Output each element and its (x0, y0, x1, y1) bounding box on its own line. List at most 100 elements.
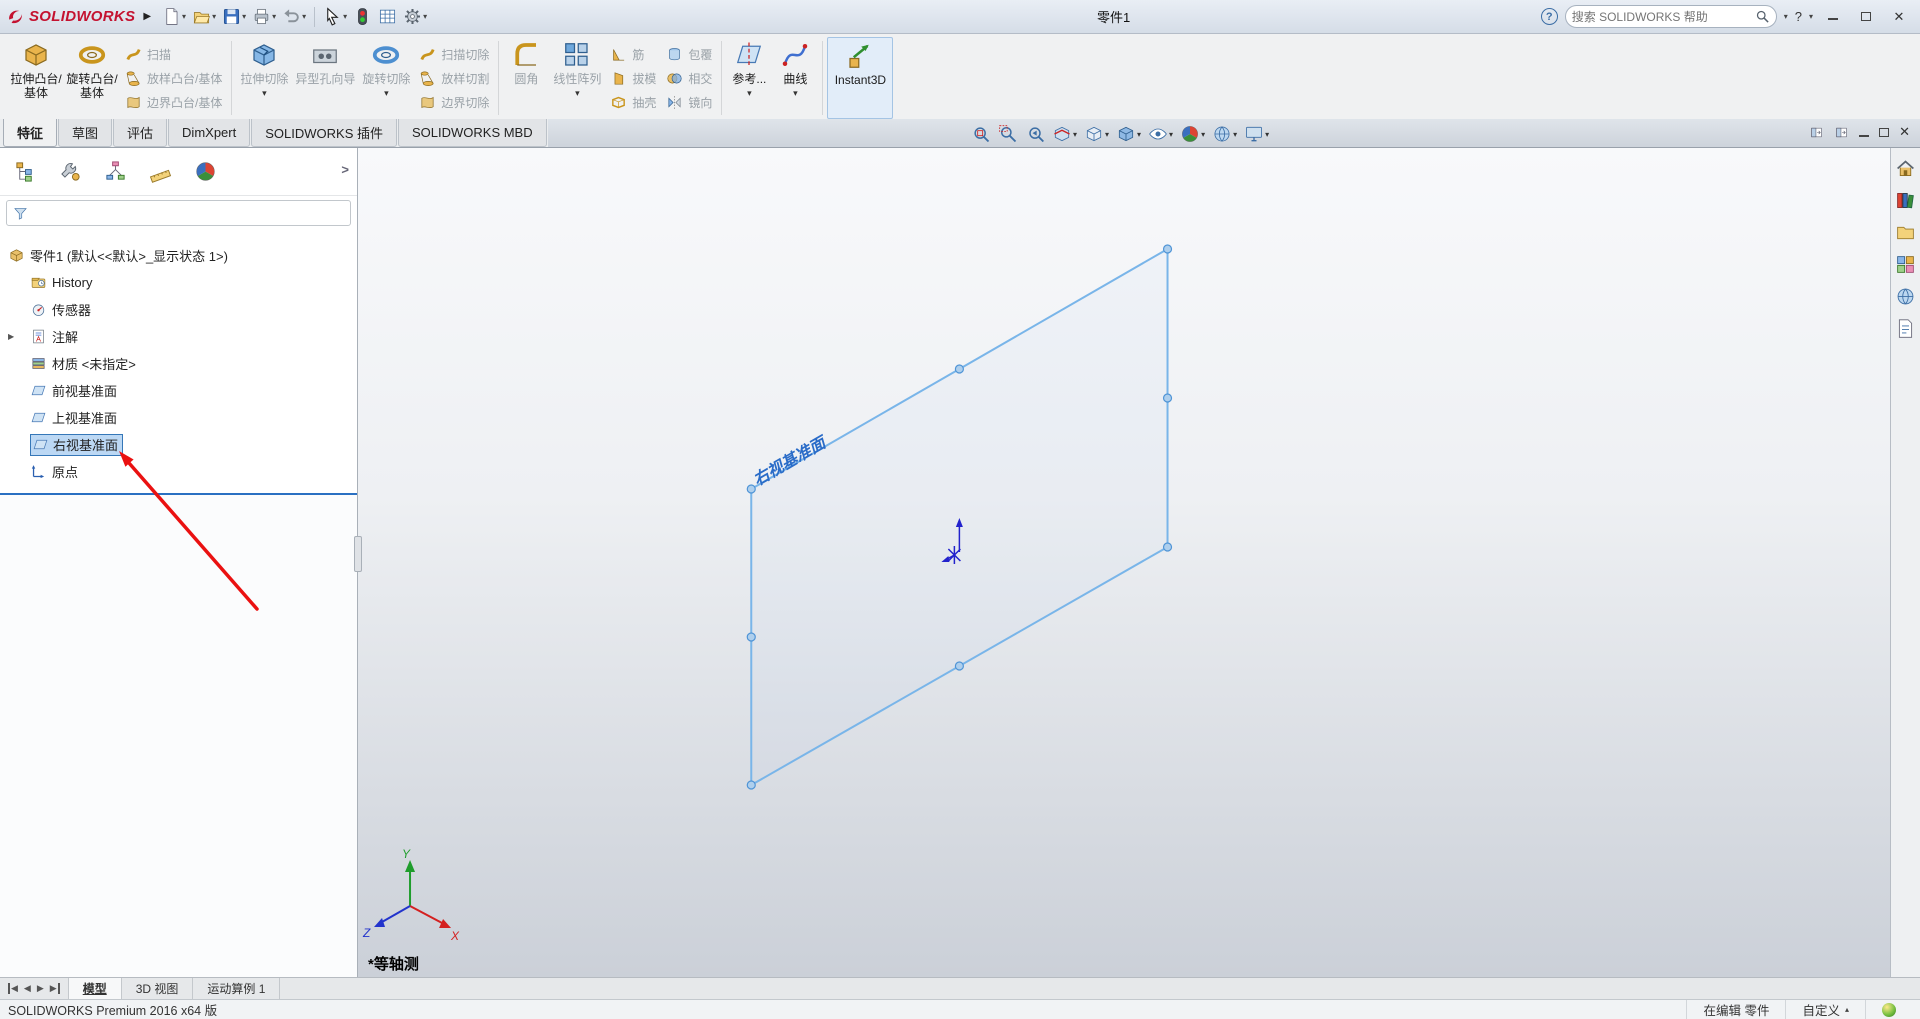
expand-arrow-icon[interactable]: ▶ (8, 332, 14, 341)
display-settings-button[interactable] (375, 4, 400, 30)
panel-expand-chevron[interactable]: > (341, 162, 349, 177)
custom-properties-icon[interactable] (1895, 318, 1916, 339)
boundary-cut-button[interactable]: 边界切除 (414, 90, 494, 114)
pane-preview-icon[interactable] (1809, 126, 1824, 139)
tree-item-history[interactable]: History (0, 269, 357, 296)
last-tab-button[interactable]: ▶ (50, 983, 60, 994)
tab-evaluate[interactable]: 评估 (113, 119, 168, 147)
search-dropdown-chevron[interactable]: ▾ (1784, 12, 1788, 21)
view-palette-icon[interactable] (1895, 254, 1916, 275)
hole-wizard-button[interactable]: 异型孔向导 (292, 37, 358, 119)
help-search-box[interactable] (1564, 5, 1777, 28)
next-tab-button[interactable]: ▶ (37, 983, 44, 994)
tab-solidworks-addins[interactable]: SOLIDWORKS 插件 (251, 119, 397, 147)
apply-scene-button[interactable]: ▾ (1211, 123, 1238, 145)
linear-pattern-button[interactable]: 线性阵列 (549, 37, 605, 119)
swept-boss-button[interactable]: 扫描 (120, 42, 227, 66)
display-style-button[interactable]: ▾ (1115, 123, 1142, 145)
close-button[interactable]: ✕ (1886, 6, 1912, 28)
intersect-button[interactable]: 相交 (661, 66, 717, 90)
hide-show-items-button[interactable]: ▾ (1147, 123, 1174, 145)
minimize-button[interactable] (1820, 6, 1846, 28)
tree-item-sensors[interactable]: 传感器 (0, 296, 357, 323)
propertymanager-tab[interactable] (59, 160, 82, 183)
menu-expand-arrow[interactable]: ▶ (143, 11, 151, 22)
filter-input[interactable] (34, 206, 344, 220)
undo-button[interactable]: ▾ (279, 4, 309, 30)
view-settings-button[interactable]: ▾ (1243, 123, 1270, 145)
lofted-boss-button[interactable]: 放样凸台/基体 (120, 66, 227, 90)
rebuild-button[interactable] (350, 4, 375, 30)
draft-button[interactable]: 拔模 (605, 66, 661, 90)
mirror-button[interactable]: 镜向 (661, 90, 717, 114)
prev-tab-button[interactable]: ◀ (24, 983, 31, 994)
solidworks-resources-icon[interactable] (1895, 158, 1916, 179)
extruded-boss-button[interactable]: 拉伸凸台/基体 (8, 37, 64, 119)
dimxpertmanager-tab[interactable] (149, 160, 172, 183)
extruded-cut-button[interactable]: 拉伸切除 (236, 37, 292, 119)
swept-cut-button[interactable]: 扫描切除 (414, 42, 494, 66)
appearances-icon[interactable] (1895, 286, 1916, 307)
fillet-button[interactable]: 圆角 (503, 37, 549, 119)
help-circle-icon[interactable]: ? (1540, 8, 1558, 25)
tree-item-material[interactable]: 材质 <未指定> (0, 350, 357, 377)
tab-sketch[interactable]: 草图 (58, 119, 113, 147)
performance-indicator[interactable] (1865, 1000, 1912, 1019)
help-menu[interactable]: ? (1795, 9, 1802, 24)
tab-dimxpert[interactable]: DimXpert (168, 119, 251, 147)
panel-splitter-handle[interactable] (354, 536, 362, 572)
tree-item-annotations[interactable]: ▶ 注解 (0, 323, 357, 350)
options-button[interactable]: ▾ (400, 4, 430, 30)
new-document-button[interactable]: ▾ (159, 4, 189, 30)
instant3d-button[interactable]: Instant3D (827, 37, 894, 119)
plane-outline[interactable] (750, 247, 1169, 787)
right-plane-graphic[interactable]: 右视基准面 (746, 244, 1173, 790)
wrap-button[interactable]: 包覆 (661, 42, 717, 66)
search-icon[interactable] (1755, 9, 1770, 24)
units-dropdown[interactable]: 自定义 ▴ (1785, 1000, 1865, 1019)
tab-solidworks-mbd[interactable]: SOLIDWORKS MBD (397, 119, 547, 147)
select-button[interactable]: ▾ (320, 4, 350, 30)
tree-root-part[interactable]: 零件1 (默认<<默认>_显示状态 1>) (0, 242, 357, 269)
doc-close-button[interactable]: ✕ (1899, 124, 1910, 140)
pane-display-icon[interactable] (1834, 126, 1849, 139)
doc-restore-button[interactable] (1879, 125, 1890, 140)
reference-geometry-button[interactable]: 参考... (726, 37, 772, 119)
tab-features[interactable]: 特征 (3, 119, 58, 147)
save-button[interactable]: ▾ (219, 4, 249, 30)
featuremanager-tree-tab[interactable] (14, 160, 37, 183)
configurationmanager-tab[interactable] (104, 160, 127, 183)
tab-motion-study[interactable]: 运动算例 1 (193, 978, 281, 999)
curves-button[interactable]: 曲线 (772, 37, 818, 119)
file-explorer-icon[interactable] (1895, 222, 1916, 243)
displaymanager-tab[interactable] (194, 160, 217, 183)
tab-model[interactable]: 模型 (68, 978, 122, 999)
boundary-boss-button[interactable]: 边界凸台/基体 (120, 90, 227, 114)
edit-appearance-button[interactable]: ▾ (1179, 123, 1206, 145)
lofted-cut-button[interactable]: 放样切割 (414, 66, 494, 90)
revolved-boss-button[interactable]: 旋转凸台/基体 (64, 37, 120, 119)
tree-item-top-plane[interactable]: 上视基准面 (0, 404, 357, 431)
shell-button[interactable]: 抽壳 (605, 90, 661, 114)
open-button[interactable]: ▾ (189, 4, 219, 30)
tree-filter[interactable] (6, 200, 351, 226)
zoom-to-fit-button[interactable] (970, 123, 992, 145)
tab-3d-views[interactable]: 3D 视图 (122, 978, 194, 999)
tree-item-right-plane[interactable]: 右视基准面 (0, 431, 357, 458)
tree-item-front-plane[interactable]: 前视基准面 (0, 377, 357, 404)
view-orientation-button[interactable]: ▾ (1083, 123, 1110, 145)
help-dropdown-chevron[interactable]: ▾ (1809, 12, 1813, 21)
search-input[interactable] (1571, 9, 1755, 24)
section-view-button[interactable]: ▾ (1051, 123, 1078, 145)
restore-button[interactable] (1853, 6, 1879, 28)
first-tab-button[interactable]: ◀ (8, 983, 18, 994)
print-button[interactable]: ▾ (249, 4, 279, 30)
design-library-icon[interactable] (1895, 190, 1916, 211)
tree-item-origin[interactable]: 原点 (0, 458, 357, 485)
previous-view-button[interactable] (1024, 123, 1046, 145)
rib-button[interactable]: 筋 (605, 42, 661, 66)
graphics-viewport[interactable]: 右视基准面 Y X Z *等轴测 (358, 148, 1890, 977)
zoom-to-area-button[interactable] (997, 123, 1019, 145)
revolved-cut-button[interactable]: 旋转切除 (358, 37, 414, 119)
doc-minimize-button[interactable] (1859, 125, 1870, 140)
